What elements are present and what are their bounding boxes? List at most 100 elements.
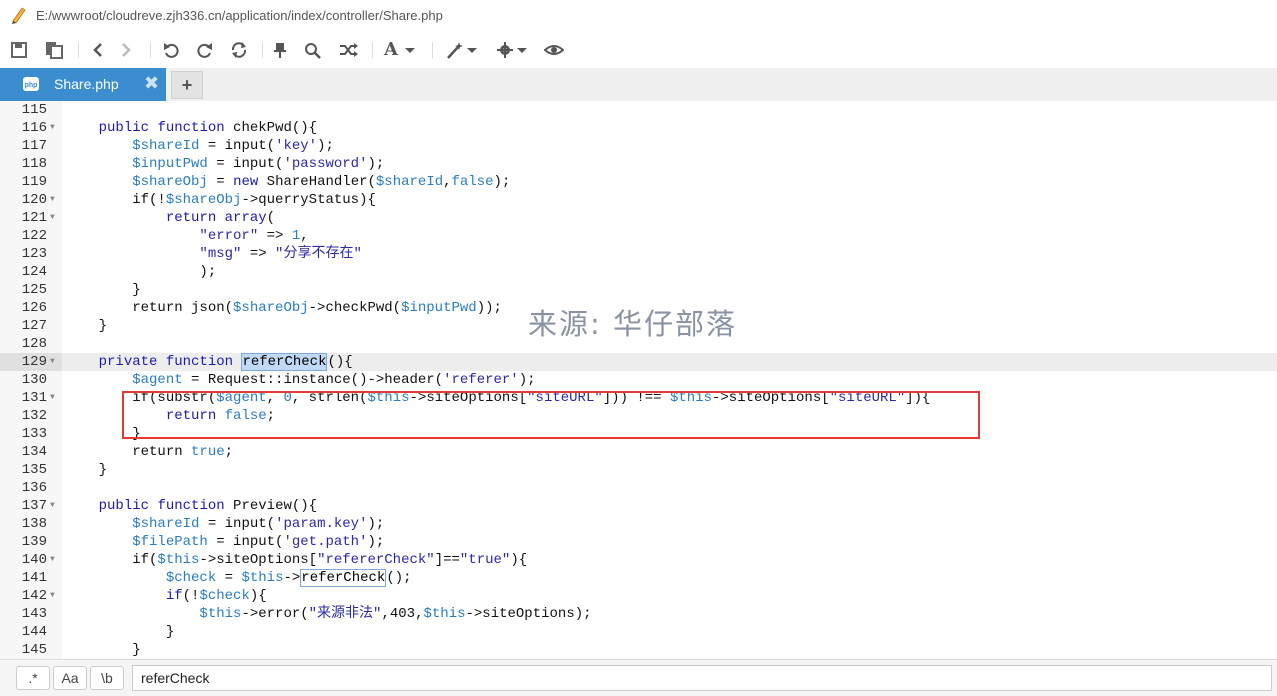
line-number: 122 bbox=[21, 228, 47, 244]
code-line[interactable]: 137 ▼ public function Preview(){ bbox=[0, 497, 1277, 515]
code-token: function bbox=[165, 354, 234, 370]
code-token: , bbox=[300, 228, 309, 244]
forward-icon[interactable] bbox=[118, 40, 134, 60]
line-number: 133 bbox=[21, 426, 47, 442]
whole-word-button[interactable]: \b bbox=[90, 666, 124, 690]
code-line[interactable]: 121 ▼ return array( bbox=[0, 209, 1277, 227]
code-token: ->checkPwd( bbox=[308, 300, 402, 316]
search-input[interactable]: referCheck bbox=[132, 665, 1272, 691]
fold-arrow-icon[interactable]: ▼ bbox=[50, 209, 55, 227]
line-number: 125 bbox=[21, 282, 47, 298]
regex-toggle-button[interactable]: .* bbox=[16, 666, 50, 690]
fold-arrow-icon[interactable]: ▼ bbox=[50, 551, 55, 569]
save-icon[interactable] bbox=[10, 40, 28, 60]
code-line[interactable]: 135 } bbox=[0, 461, 1277, 479]
font-icon[interactable]: A bbox=[384, 40, 398, 60]
redo-icon[interactable] bbox=[196, 40, 214, 60]
code-line[interactable]: 134 return true; bbox=[0, 443, 1277, 461]
save-all-icon[interactable] bbox=[44, 40, 64, 60]
code-line[interactable]: 136 bbox=[0, 479, 1277, 497]
code-line[interactable]: 125 } bbox=[0, 281, 1277, 299]
code-line[interactable]: 122 "error" => 1, bbox=[0, 227, 1277, 245]
fold-arrow-icon[interactable]: ▼ bbox=[50, 389, 55, 407]
code-line[interactable]: 123 "msg" => "分享不存在" bbox=[0, 245, 1277, 263]
code-line[interactable]: 120 ▼ if(!$shareObj->querryStatus){ bbox=[0, 191, 1277, 209]
fold-arrow-icon[interactable]: ▼ bbox=[50, 119, 55, 137]
tab-share-php[interactable]: php Share.php ✖ bbox=[0, 68, 166, 101]
code-line[interactable]: 139 $filePath = input('get.path'); bbox=[0, 533, 1277, 551]
settings-icon[interactable] bbox=[496, 40, 514, 60]
magic-icon[interactable] bbox=[446, 40, 464, 60]
line-number: 115 bbox=[21, 102, 47, 118]
code-token: 1 bbox=[291, 228, 301, 244]
code-text: } bbox=[65, 281, 140, 299]
line-number: 137 bbox=[21, 498, 47, 514]
code-line[interactable]: 129 ▼ private function referCheck(){ bbox=[0, 353, 1277, 371]
chevron-down-icon[interactable] bbox=[404, 40, 416, 60]
code-line[interactable]: 141 $check = $this->referCheck(); bbox=[0, 569, 1277, 587]
close-icon[interactable]: ✖ bbox=[144, 73, 159, 94]
code-token: ); bbox=[493, 174, 511, 190]
code-token: 'password' bbox=[283, 156, 368, 172]
code-line[interactable]: 124 ); bbox=[0, 263, 1277, 281]
line-number: 118 bbox=[21, 156, 47, 172]
code-token: (){ bbox=[327, 354, 353, 370]
code-token: $shareId bbox=[132, 516, 200, 532]
code-line[interactable]: 118 $inputPwd = input('password'); bbox=[0, 155, 1277, 173]
chevron-down-icon[interactable] bbox=[466, 40, 478, 60]
back-icon[interactable] bbox=[90, 40, 106, 60]
refresh-icon[interactable] bbox=[230, 40, 248, 60]
code-token: $this bbox=[199, 606, 242, 622]
line-number: 140 bbox=[21, 552, 47, 568]
code-token: $inputPwd bbox=[401, 300, 477, 316]
code-token: $shareId bbox=[132, 138, 200, 154]
fold-arrow-icon[interactable]: ▼ bbox=[50, 353, 55, 371]
code-token: false bbox=[451, 174, 494, 190]
find-bar: .* Aa \b referCheck bbox=[0, 659, 1277, 696]
chevron-down-icon[interactable] bbox=[516, 40, 528, 60]
fold-arrow-icon[interactable]: ▼ bbox=[50, 497, 55, 515]
code-line[interactable]: 145 } bbox=[0, 641, 1277, 659]
code-token: (); bbox=[386, 570, 412, 586]
code-line[interactable]: 142 ▼ if(!$check){ bbox=[0, 587, 1277, 605]
fold-arrow-icon[interactable]: ▼ bbox=[50, 587, 55, 605]
code-token: } bbox=[65, 318, 108, 334]
code-token: ); bbox=[367, 534, 385, 550]
code-token: chekPwd(){ bbox=[224, 120, 318, 136]
search-icon[interactable] bbox=[304, 40, 322, 60]
replace-icon[interactable] bbox=[338, 40, 358, 60]
code-line[interactable]: 130 $agent = Request::instance()->header… bbox=[0, 371, 1277, 389]
code-editor[interactable]: 115 116 ▼ public function chekPwd(){117 $s… bbox=[0, 101, 1277, 659]
code-token: "true" bbox=[459, 552, 511, 568]
code-line[interactable]: 115 bbox=[0, 101, 1277, 119]
code-line[interactable]: 138 $shareId = input('param.key'); bbox=[0, 515, 1277, 533]
code-line[interactable]: 144 } bbox=[0, 623, 1277, 641]
code-token: = bbox=[216, 570, 242, 586]
line-number: 119 bbox=[21, 174, 47, 190]
code-line[interactable]: 143 $this->error("来源非法",403,$this->siteO… bbox=[0, 605, 1277, 623]
code-text: "msg" => "分享不存在" bbox=[65, 245, 361, 263]
undo-icon[interactable] bbox=[162, 40, 180, 60]
fold-arrow-icon[interactable]: ▼ bbox=[50, 191, 55, 209]
pencil-icon bbox=[12, 7, 26, 24]
pin-icon[interactable] bbox=[272, 40, 288, 60]
case-sensitive-button[interactable]: Aa bbox=[53, 666, 87, 690]
code-token: ]== bbox=[434, 552, 460, 568]
code-token: 'param.key' bbox=[275, 516, 368, 532]
preview-icon[interactable] bbox=[544, 40, 564, 60]
code-token: $filePath bbox=[132, 534, 208, 550]
line-number: 128 bbox=[21, 336, 47, 352]
code-line[interactable]: 140 ▼ if($this->siteOptions["refererCheck… bbox=[0, 551, 1277, 569]
code-line[interactable]: 119 $shareObj = new ShareHandler($shareI… bbox=[0, 173, 1277, 191]
code-line[interactable]: 116 ▼ public function chekPwd(){ bbox=[0, 119, 1277, 137]
code-line[interactable]: 117 $shareId = input('key'); bbox=[0, 137, 1277, 155]
add-tab-button[interactable]: + bbox=[171, 71, 203, 99]
